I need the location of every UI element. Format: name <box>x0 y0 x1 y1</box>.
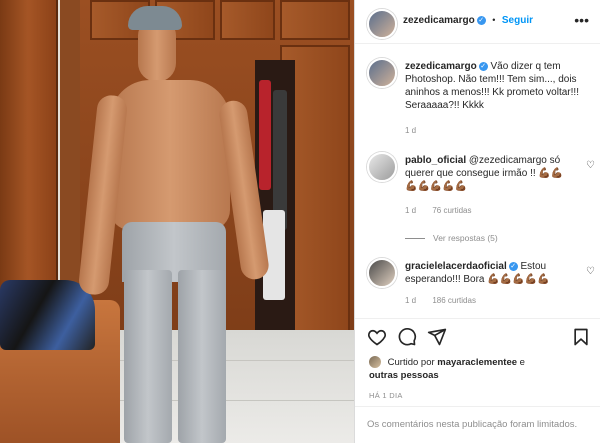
comment-meta: 1 d 186 curtidas <box>405 296 490 305</box>
author-avatar[interactable] <box>367 9 397 39</box>
action-bar <box>355 318 600 354</box>
instagram-post-view: zezedicamargo ✓ • Seguir ••• zezedicamarg… <box>0 0 600 443</box>
view-replies-button[interactable]: Ver respostas (5) <box>405 233 498 243</box>
verified-badge-icon: ✓ <box>476 16 486 26</box>
liked-by-others[interactable]: outras pessoas <box>369 370 439 381</box>
commenter-avatar[interactable] <box>367 152 397 182</box>
comment-like-heart-icon[interactable]: ♡ <box>586 160 595 171</box>
comment-author[interactable]: pablo_oficial <box>405 155 466 166</box>
author-username[interactable]: zezedicamargo <box>403 15 475 26</box>
verified-badge-icon: ✓ <box>508 261 518 271</box>
comment-age: 1 d <box>405 206 417 215</box>
post-photo[interactable] <box>0 0 354 443</box>
post-date[interactable]: HÁ 1 DIA <box>369 391 403 400</box>
liked-by-prefix: Curtido por <box>387 357 435 368</box>
caption-age: 1 d <box>405 126 417 135</box>
comment-like-heart-icon[interactable]: ♡ <box>586 266 595 277</box>
comment-likes[interactable]: 186 curtidas <box>432 296 476 305</box>
share-icon[interactable] <box>427 327 447 347</box>
comment-likes[interactable]: 76 curtidas <box>432 206 471 215</box>
heart-icon[interactable] <box>367 327 387 347</box>
post-side-panel: zezedicamargo ✓ • Seguir ••• zezedicamarg… <box>354 0 600 443</box>
comment-icon[interactable] <box>397 327 417 347</box>
comment-author[interactable]: gracielelacerdaoficial <box>405 261 507 272</box>
liked-by-suffix: e <box>519 357 525 368</box>
comment-age: 1 d <box>405 296 417 305</box>
commenter-avatar[interactable] <box>367 258 397 288</box>
caption-meta: 1 d <box>405 126 430 135</box>
follow-button[interactable]: Seguir <box>502 15 533 26</box>
caption-author[interactable]: zezedicamargo <box>405 61 477 72</box>
more-options-icon[interactable]: ••• <box>574 12 589 28</box>
liked-by-user[interactable]: mayaraclementee <box>437 357 517 368</box>
bookmark-icon[interactable] <box>571 327 591 347</box>
comments-limited-notice: Os comentários nesta publicação foram li… <box>355 406 600 443</box>
verified-badge-icon: ✓ <box>478 61 488 71</box>
separator: • <box>492 15 496 25</box>
post-header: zezedicamargo ✓ • Seguir ••• <box>355 0 600 44</box>
comment-meta: 1 d 76 curtidas <box>405 206 486 215</box>
comment-text-extra: 💪🏾💪🏾💪🏾💪🏾💪🏾 <box>405 181 468 192</box>
caption-avatar[interactable] <box>367 58 397 88</box>
open-closet <box>255 60 295 340</box>
liked-by-avatar[interactable] <box>369 356 381 369</box>
cap <box>128 6 182 30</box>
clothes-pile <box>0 280 95 350</box>
comments-list: zezedicamargo ✓ Vão dizer q tem Photoshop… <box>355 46 600 314</box>
door <box>0 0 58 300</box>
liked-by: Curtido por mayaraclementee e outras pes… <box>369 356 589 382</box>
